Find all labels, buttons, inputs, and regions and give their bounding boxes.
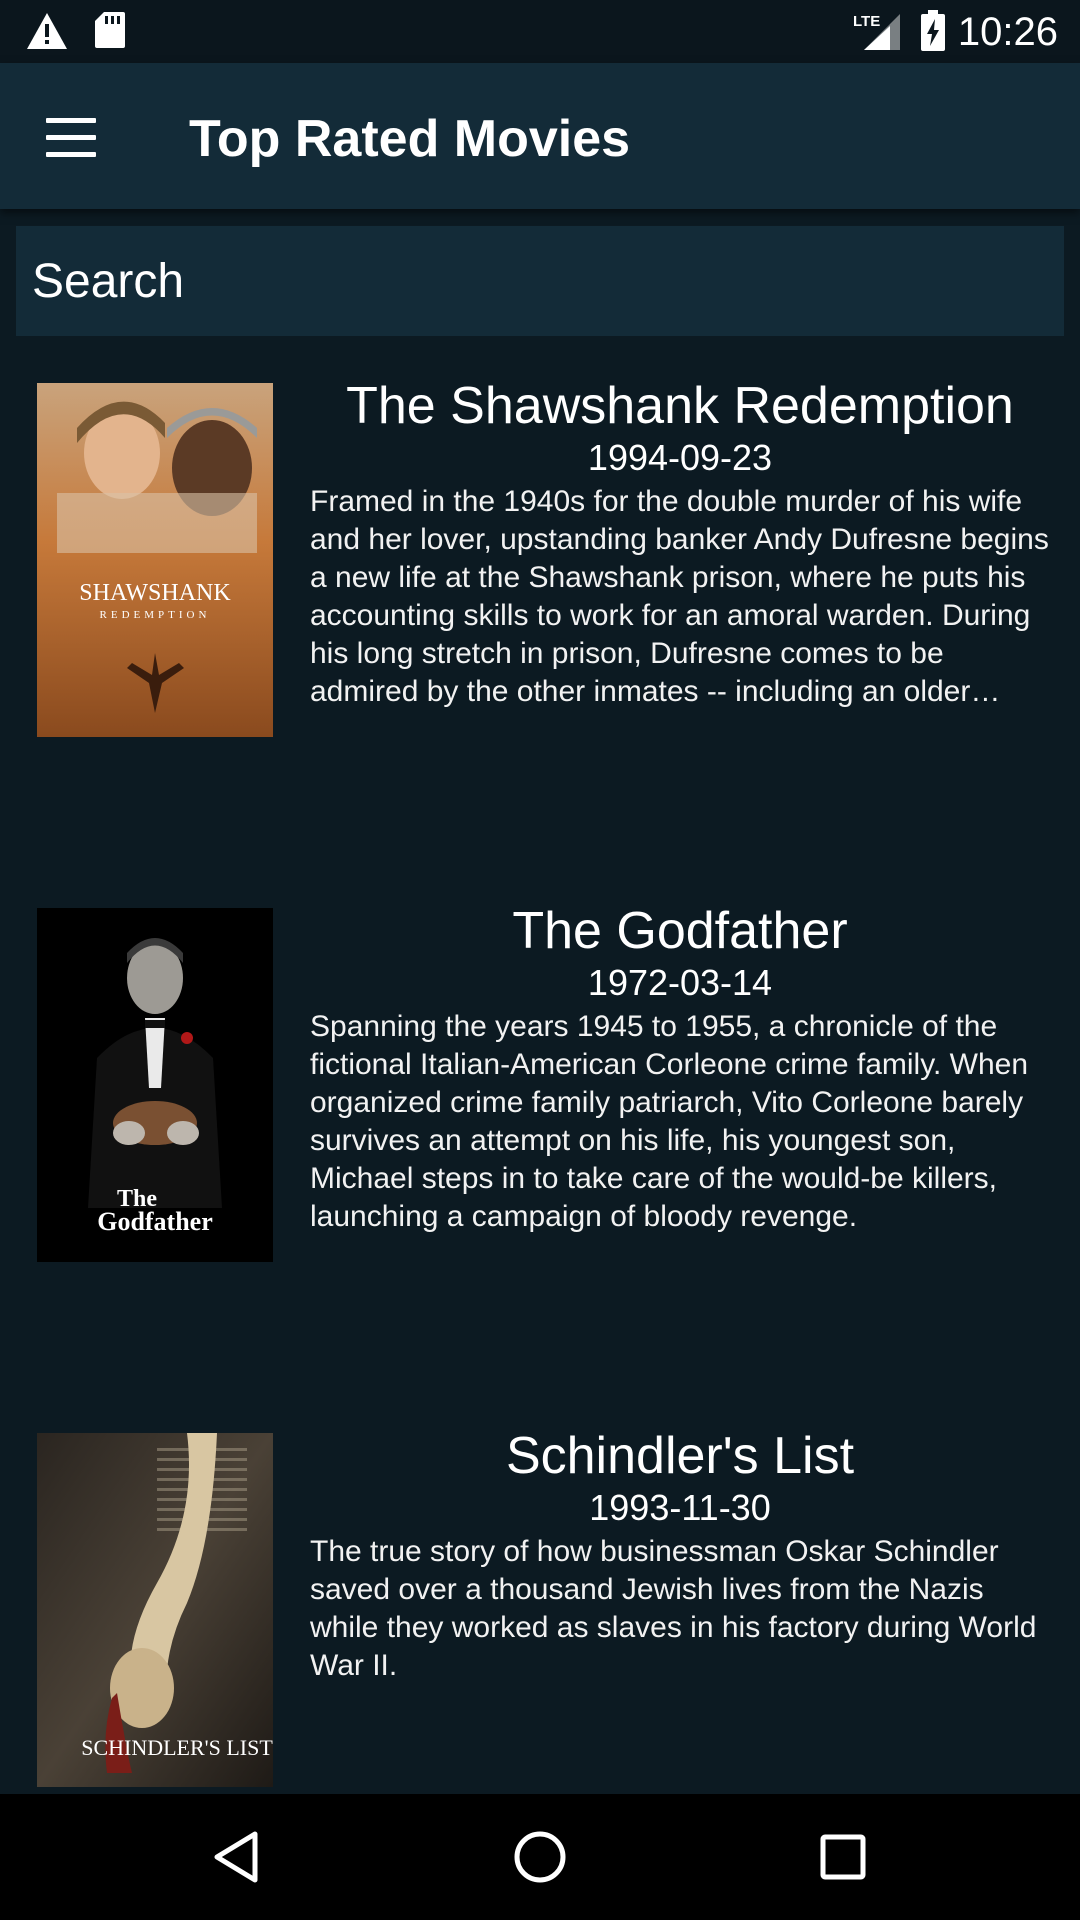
movie-info: The Shawshank Redemption 1994-09-23 Fram…	[310, 377, 1050, 711]
movie-poster: SCHINDLER'S LIST	[37, 1433, 273, 1787]
movie-list-item[interactable]: SHAWSHANK REDEMPTION The Shawshank Redem…	[0, 377, 1080, 783]
hamburger-menu-icon[interactable]	[46, 118, 100, 158]
svg-text:REDEMPTION: REDEMPTION	[100, 609, 211, 621]
movie-overview: The true story of how businessman Oskar …	[310, 1535, 1037, 1682]
movie-poster: The Godfather	[37, 908, 273, 1262]
app-toolbar: Top Rated Movies	[0, 63, 1080, 209]
home-icon[interactable]	[505, 1822, 575, 1892]
movie-release-date: 1993-11-30	[589, 1487, 771, 1528]
page-title: Top Rated Movies	[189, 110, 631, 168]
lte-signal-icon: LTE	[853, 13, 900, 50]
movie-poster: SHAWSHANK REDEMPTION	[37, 383, 273, 737]
svg-text:Godfather: Godfather	[97, 1207, 213, 1236]
svg-text:SHAWSHANK: SHAWSHANK	[79, 580, 231, 606]
movie-overview: Framed in the 1940s for the double murde…	[310, 485, 1049, 708]
svg-text:LTE: LTE	[853, 13, 880, 30]
system-nav-bar	[0, 1794, 1080, 1920]
warning-icon	[27, 13, 67, 49]
movie-title: The Shawshank Redemption	[346, 377, 1014, 435]
svg-text:SCHINDLER'S LIST: SCHINDLER'S LIST	[81, 1735, 273, 1760]
movie-list-item[interactable]: SCHINDLER'S LIST Schindler's List 1993-1…	[0, 1427, 1080, 1833]
movie-release-date: 1994-09-23	[587, 437, 773, 478]
status-bar: LTE 10:26	[0, 0, 1080, 63]
back-icon[interactable]	[203, 1822, 273, 1892]
movie-title: The Godfather	[512, 902, 848, 960]
movie-overview: Spanning the years 1945 to 1955, a chron…	[310, 1010, 1029, 1233]
battery-charging-icon	[921, 10, 945, 51]
sd-card-icon	[95, 12, 125, 48]
search-input[interactable]	[16, 226, 1064, 336]
recents-icon[interactable]	[808, 1822, 878, 1892]
movie-release-date: 1972-03-14	[587, 962, 773, 1003]
status-time: 10:26	[957, 10, 1058, 54]
movie-title: Schindler's List	[505, 1427, 855, 1485]
movie-info: Schindler's List 1993-11-30 The true sto…	[310, 1427, 1050, 1685]
movie-list-item[interactable]: The Godfather The Godfather 1972-03-14 S…	[0, 902, 1080, 1308]
movie-info: The Godfather 1972-03-14 Spanning the ye…	[310, 902, 1050, 1236]
